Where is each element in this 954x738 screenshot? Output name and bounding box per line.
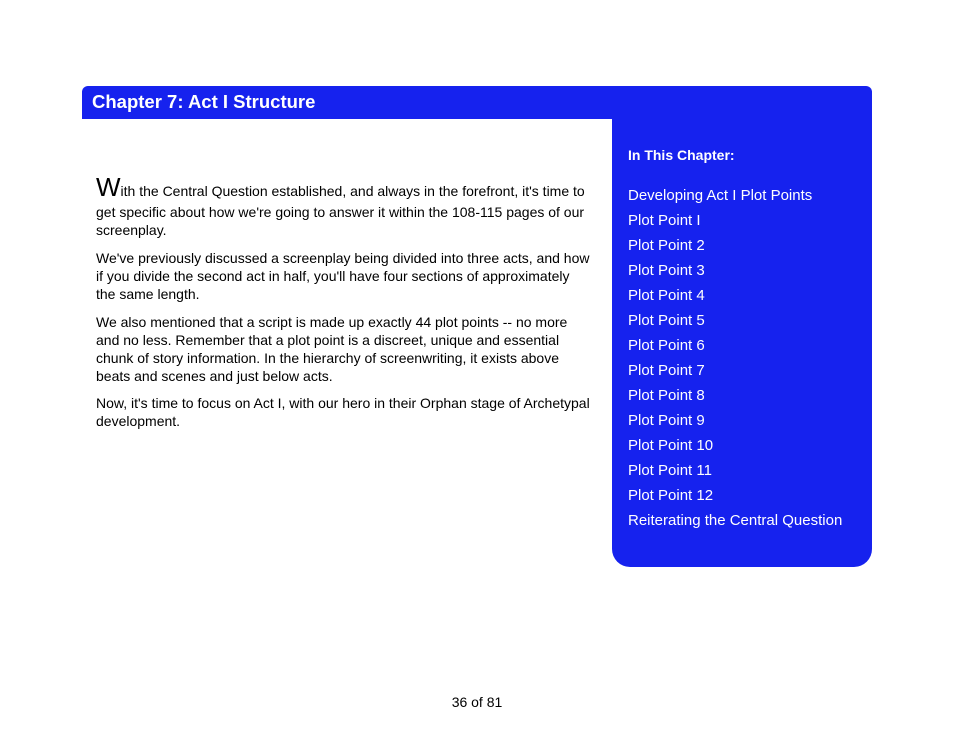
paragraph-1: With the Central Question established, a… <box>96 171 592 240</box>
chapter-title: Chapter 7: Act I Structure <box>82 86 872 119</box>
paragraph-1-rest: ith the Central Question established, an… <box>96 183 585 238</box>
sidebar-item: Plot Point 8 <box>628 387 858 404</box>
drop-cap: W <box>96 172 121 202</box>
sidebar-item: Plot Point 3 <box>628 262 858 279</box>
paragraph-2: We've previously discussed a screenplay … <box>96 250 592 304</box>
sidebar-heading: In This Chapter: <box>628 147 858 163</box>
sidebar-item: Plot Point 9 <box>628 412 858 429</box>
page-number: 36 of 81 <box>0 694 954 710</box>
paragraph-4: Now, it's time to focus on Act I, with o… <box>96 395 592 431</box>
sidebar-item: Developing Act I Plot Points <box>628 187 858 204</box>
sidebar-item: Reiterating the Central Question <box>628 512 858 529</box>
sidebar-item: Plot Point 7 <box>628 362 858 379</box>
sidebar-item: Plot Point 6 <box>628 337 858 354</box>
sidebar-item: Plot Point 11 <box>628 462 858 479</box>
content-row: With the Central Question established, a… <box>82 119 872 567</box>
page-content: Chapter 7: Act I Structure With the Cent… <box>82 86 872 567</box>
sidebar-item: Plot Point 2 <box>628 237 858 254</box>
sidebar-item: Plot Point 5 <box>628 312 858 329</box>
sidebar-item: Plot Point I <box>628 212 858 229</box>
sidebar: In This Chapter: Developing Act I Plot P… <box>612 119 872 567</box>
sidebar-item: Plot Point 12 <box>628 487 858 504</box>
sidebar-item: Plot Point 10 <box>628 437 858 454</box>
paragraph-3: We also mentioned that a script is made … <box>96 314 592 386</box>
sidebar-item: Plot Point 4 <box>628 287 858 304</box>
body-text: With the Central Question established, a… <box>82 119 612 567</box>
